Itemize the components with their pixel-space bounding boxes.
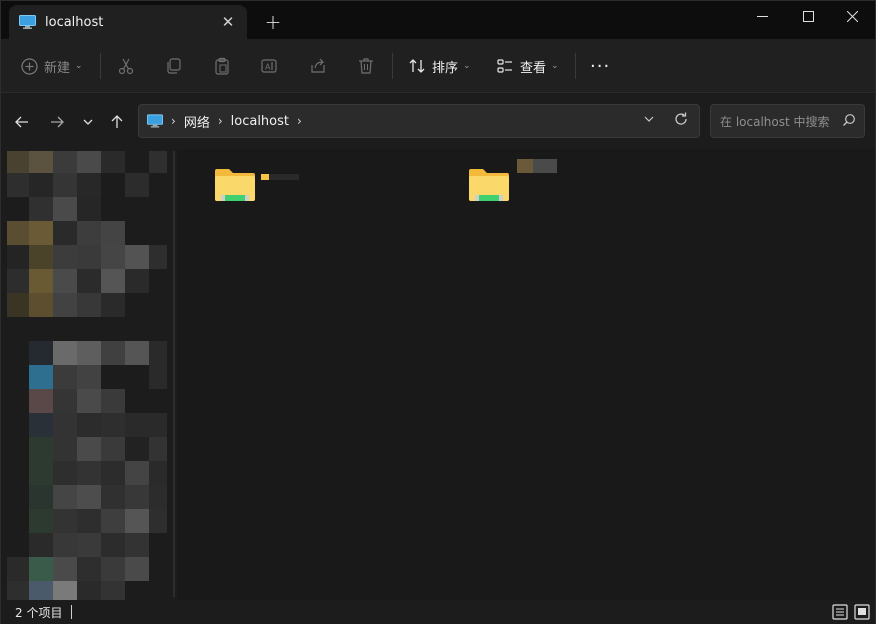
chevron-down-icon: ⌄ (463, 61, 471, 71)
tiles-view-icon[interactable] (853, 603, 871, 621)
status-bar: 2 个项目 (1, 600, 875, 624)
navigation-pane[interactable] (1, 149, 171, 601)
chevron-down-icon: ⌄ (551, 61, 559, 71)
explorer-window: localhost ✕ + 新建 ⌄ A 排序 ⌄ 查看 ⌄ ··· › 网络 … (0, 0, 876, 624)
rename-icon: A (261, 59, 277, 73)
new-tab-button[interactable]: + (263, 12, 283, 32)
view-button[interactable]: 查看 ⌄ (496, 53, 559, 79)
shared-folder-icon (215, 169, 255, 201)
list-item[interactable] (467, 149, 667, 209)
paste-icon (215, 57, 229, 75)
sort-icon (409, 59, 425, 73)
title-bar: localhost ✕ + (1, 1, 875, 39)
share-button[interactable] (309, 53, 327, 79)
chevron-right-icon[interactable]: › (297, 114, 302, 128)
list-item[interactable] (213, 149, 413, 209)
chevron-down-icon: ⌄ (75, 61, 83, 71)
cut-icon (118, 58, 134, 75)
minimize-button[interactable] (739, 1, 785, 31)
details-view-icon[interactable] (831, 603, 849, 621)
copy-icon (167, 58, 181, 74)
close-window-button[interactable] (829, 1, 875, 31)
up-icon[interactable] (105, 110, 129, 134)
cut-button[interactable] (117, 53, 135, 79)
status-divider (71, 605, 72, 619)
back-icon[interactable] (10, 110, 34, 134)
file-list[interactable] (177, 149, 875, 601)
view-icon (497, 59, 512, 73)
sort-button[interactable]: 排序 ⌄ (408, 53, 471, 79)
chevron-right-icon: › (171, 114, 176, 128)
address-history-icon[interactable] (643, 113, 655, 128)
address-bar[interactable]: › 网络 › localhost › (138, 104, 700, 138)
search-box[interactable] (710, 104, 865, 138)
breadcrumb-network[interactable]: 网络 (184, 112, 210, 131)
shared-folder-icon (469, 169, 509, 201)
tab-localhost[interactable]: localhost ✕ (9, 5, 247, 39)
view-label: 查看 (520, 60, 547, 76)
computer-icon (147, 114, 163, 128)
delete-icon (359, 58, 373, 74)
navigation-row: › 网络 › localhost › (1, 94, 875, 148)
new-label: 新建 (44, 60, 71, 76)
refresh-icon[interactable] (673, 111, 689, 131)
share-icon (311, 58, 325, 73)
tab-title: localhost (45, 14, 104, 30)
divider (575, 53, 576, 79)
delete-button[interactable] (357, 53, 375, 79)
recent-locations-icon[interactable] (76, 110, 100, 134)
pane-divider[interactable] (173, 151, 175, 597)
search-icon (842, 113, 856, 131)
copy-button[interactable] (165, 53, 183, 79)
breadcrumb-localhost[interactable]: localhost (231, 114, 289, 129)
new-button[interactable]: 新建 ⌄ (21, 53, 83, 79)
forward-icon[interactable] (45, 110, 69, 134)
search-input[interactable] (720, 113, 840, 131)
maximize-button[interactable] (785, 1, 831, 31)
svg-text:A: A (265, 63, 271, 72)
divider (392, 53, 393, 79)
paste-button[interactable] (213, 53, 231, 79)
item-count: 2 个项目 (15, 606, 63, 620)
computer-icon (19, 15, 36, 29)
rename-button[interactable]: A (260, 53, 278, 79)
divider (100, 53, 101, 79)
add-icon (21, 57, 38, 75)
chevron-right-icon[interactable]: › (218, 114, 223, 128)
sort-label: 排序 (432, 60, 459, 76)
more-icon[interactable]: ··· (590, 53, 610, 79)
command-bar: 新建 ⌄ A 排序 ⌄ 查看 ⌄ ··· (1, 39, 875, 93)
close-tab-icon[interactable]: ✕ (219, 13, 237, 31)
